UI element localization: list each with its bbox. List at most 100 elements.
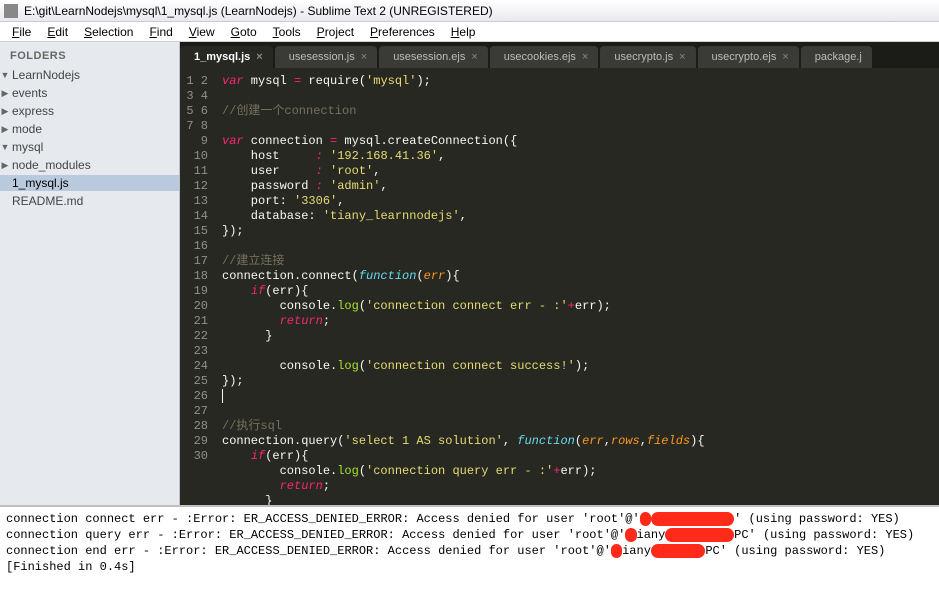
tree-item-express[interactable]: express <box>0 103 179 119</box>
tab-label: 1_mysql.js <box>194 51 250 63</box>
code-line[interactable]: } <box>222 494 939 505</box>
code-line[interactable]: database: 'tiany_learnnodejs', <box>222 209 939 224</box>
code-text[interactable]: var mysql = require('mysql'); //创建一个conn… <box>218 68 939 505</box>
output-console: connection connect err - :Error: ER_ACCE… <box>0 505 939 597</box>
tree-label: node_modules <box>12 158 91 172</box>
tree-label: LearnNodejs <box>12 68 80 82</box>
tab-1_mysql-js[interactable]: 1_mysql.js × <box>180 46 273 68</box>
code-line[interactable] <box>222 389 939 404</box>
tree-label: README.md <box>12 194 83 208</box>
main-area: FOLDERS LearnNodejs events express mode mysq… <box>0 42 939 505</box>
code-line[interactable]: if(err){ <box>222 449 939 464</box>
tab-package-j[interactable]: package.j <box>801 46 872 68</box>
menu-help[interactable]: Help <box>443 23 484 41</box>
code-line[interactable]: console.log('connection connect err - :'… <box>222 299 939 314</box>
close-icon[interactable]: × <box>582 51 588 63</box>
code-line[interactable]: host : '192.168.41.36', <box>222 149 939 164</box>
tab-label: usecookies.ejs <box>504 51 576 63</box>
code-line[interactable]: return; <box>222 314 939 329</box>
tree-arrow-icon[interactable] <box>0 124 10 135</box>
code-line[interactable] <box>222 404 939 419</box>
tree-arrow-icon[interactable] <box>0 142 10 152</box>
titlebar: E:\git\LearnNodejs\mysql\1_mysql.js (Lea… <box>0 0 939 22</box>
app-icon <box>4 4 18 18</box>
code-editor[interactable]: 1 2 3 4 5 6 7 8 9 10 11 12 13 14 15 16 1… <box>180 68 939 505</box>
sidebar: FOLDERS LearnNodejs events express mode mysq… <box>0 42 180 505</box>
tree-label: 1_mysql.js <box>12 176 69 190</box>
tree-arrow-icon[interactable] <box>0 88 10 99</box>
code-line[interactable]: if(err){ <box>222 284 939 299</box>
code-line[interactable]: connection.connect(function(err){ <box>222 269 939 284</box>
tab-usecrypto-ejs[interactable]: usecrypto.ejs × <box>698 46 799 68</box>
sidebar-heading: FOLDERS <box>0 48 179 66</box>
menubar: FileEditSelectionFindViewGotoToolsProjec… <box>0 22 939 42</box>
tab-label: usecrypto.ejs <box>712 51 777 63</box>
code-line[interactable]: password : 'admin', <box>222 179 939 194</box>
tree-label: mode <box>12 122 42 136</box>
code-line[interactable]: //建立连接 <box>222 254 939 269</box>
menu-tools[interactable]: Tools <box>265 23 309 41</box>
code-line[interactable]: } <box>222 329 939 344</box>
window-title: E:\git\LearnNodejs\mysql\1_mysql.js (Lea… <box>24 4 493 18</box>
close-icon[interactable]: × <box>256 51 262 63</box>
code-line[interactable]: //执行sql <box>222 419 939 434</box>
code-line[interactable] <box>222 89 939 104</box>
line-gutter: 1 2 3 4 5 6 7 8 9 10 11 12 13 14 15 16 1… <box>180 68 218 505</box>
code-line[interactable]: //创建一个connection <box>222 104 939 119</box>
close-icon[interactable]: × <box>471 51 477 63</box>
console-finished: [Finished in 0.4s] <box>6 559 933 575</box>
code-line[interactable]: console.log('connection connect success!… <box>222 359 939 374</box>
code-line[interactable] <box>222 239 939 254</box>
tree-label: events <box>12 86 47 100</box>
code-line[interactable]: }); <box>222 224 939 239</box>
code-line[interactable]: var mysql = require('mysql'); <box>222 74 939 89</box>
menu-view[interactable]: View <box>181 23 223 41</box>
tree-arrow-icon[interactable] <box>0 160 10 171</box>
code-line[interactable]: console.log('connection query err - :'+e… <box>222 464 939 479</box>
console-line: connection end err - :Error: ER_ACCESS_D… <box>6 543 933 559</box>
editor-column: 1_mysql.js × usesession.js × usesession.ejs ×… <box>180 42 939 505</box>
tab-label: package.j <box>815 51 862 63</box>
code-line[interactable]: port: '3306', <box>222 194 939 209</box>
tree-item-learnnodejs[interactable]: LearnNodejs <box>0 67 179 83</box>
tree-label: express <box>12 104 54 118</box>
code-line[interactable]: user : 'root', <box>222 164 939 179</box>
close-icon[interactable]: × <box>782 51 788 63</box>
code-line[interactable]: var connection = mysql.createConnection(… <box>222 134 939 149</box>
tab-label: usesession.js <box>289 51 355 63</box>
tab-label: usecrypto.js <box>614 51 673 63</box>
tab-bar: 1_mysql.js × usesession.js × usesession.ejs ×… <box>180 42 939 68</box>
menu-preferences[interactable]: Preferences <box>362 23 443 41</box>
tree-item-node_modules[interactable]: node_modules <box>0 157 179 173</box>
code-line[interactable] <box>222 119 939 134</box>
tab-usesession-ejs[interactable]: usesession.ejs × <box>379 46 488 68</box>
menu-selection[interactable]: Selection <box>76 23 141 41</box>
code-line[interactable]: connection.query('select 1 AS solution',… <box>222 434 939 449</box>
console-line: connection query err - :Error: ER_ACCESS… <box>6 527 933 543</box>
folder-tree: LearnNodejs events express mode mysql node_mo… <box>0 66 179 210</box>
tree-arrow-icon[interactable] <box>0 106 10 117</box>
tree-item-mode[interactable]: mode <box>0 121 179 137</box>
text-cursor <box>222 389 223 403</box>
close-icon[interactable]: × <box>679 51 685 63</box>
tab-usecookies-ejs[interactable]: usecookies.ejs × <box>490 46 599 68</box>
tree-label: mysql <box>12 140 43 154</box>
code-line[interactable] <box>222 344 939 359</box>
menu-file[interactable]: File <box>4 23 39 41</box>
menu-project[interactable]: Project <box>309 23 362 41</box>
menu-find[interactable]: Find <box>141 23 180 41</box>
tree-arrow-icon[interactable] <box>0 70 10 80</box>
close-icon[interactable]: × <box>361 51 367 63</box>
tree-item-events[interactable]: events <box>0 85 179 101</box>
tree-item-1_mysql-js[interactable]: 1_mysql.js <box>0 175 179 191</box>
tab-usecrypto-js[interactable]: usecrypto.js × <box>600 46 695 68</box>
menu-edit[interactable]: Edit <box>39 23 76 41</box>
menu-goto[interactable]: Goto <box>223 23 265 41</box>
tab-usesession-js[interactable]: usesession.js × <box>275 46 377 68</box>
tree-item-mysql[interactable]: mysql <box>0 139 179 155</box>
code-line[interactable]: return; <box>222 479 939 494</box>
tree-item-readme-md[interactable]: README.md <box>0 193 179 209</box>
code-line[interactable]: }); <box>222 374 939 389</box>
console-line: connection connect err - :Error: ER_ACCE… <box>6 511 933 527</box>
tab-label: usesession.ejs <box>393 51 465 63</box>
